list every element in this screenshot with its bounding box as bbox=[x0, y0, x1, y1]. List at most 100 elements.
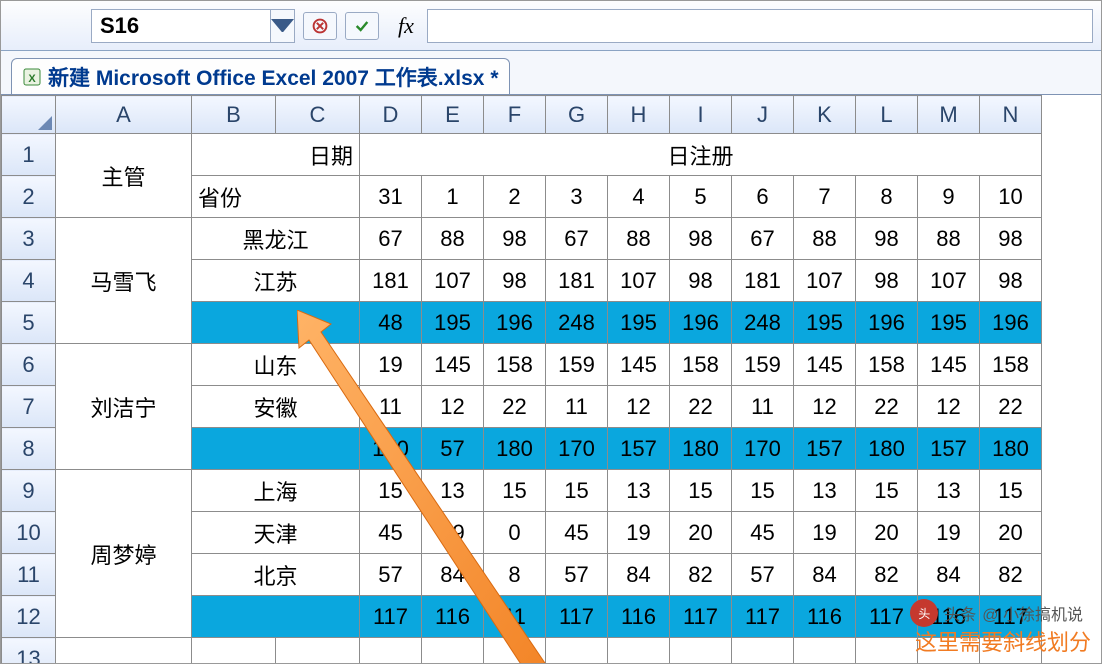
cell[interactable]: 19 bbox=[918, 512, 980, 554]
row-header[interactable]: 5 bbox=[2, 302, 56, 344]
cell-province[interactable]: 北京 bbox=[192, 554, 360, 596]
cell[interactable]: 181 bbox=[360, 260, 422, 302]
cell[interactable]: 15 bbox=[856, 470, 918, 512]
cell[interactable] bbox=[670, 638, 732, 664]
cell[interactable]: 98 bbox=[670, 218, 732, 260]
col-header[interactable]: C bbox=[276, 96, 360, 134]
cell[interactable]: 15 bbox=[980, 470, 1042, 512]
cell[interactable]: 67 bbox=[360, 218, 422, 260]
cell-manager[interactable]: 刘洁宁 bbox=[56, 344, 192, 470]
cell[interactable]: 116 bbox=[794, 596, 856, 638]
cell[interactable]: 117 bbox=[670, 596, 732, 638]
cell[interactable]: 15 bbox=[732, 470, 794, 512]
row-header[interactable]: 9 bbox=[2, 470, 56, 512]
row-header[interactable]: 7 bbox=[2, 386, 56, 428]
cell[interactable]: 196 bbox=[670, 302, 732, 344]
cell[interactable]: 157 bbox=[608, 428, 670, 470]
cell[interactable]: 45 bbox=[732, 512, 794, 554]
cell[interactable]: 159 bbox=[732, 344, 794, 386]
cell[interactable]: 145 bbox=[918, 344, 980, 386]
col-header[interactable]: L bbox=[856, 96, 918, 134]
cell[interactable]: 158 bbox=[856, 344, 918, 386]
cell[interactable]: 13 bbox=[918, 470, 980, 512]
cell[interactable]: 195 bbox=[918, 302, 980, 344]
col-header[interactable]: A bbox=[56, 96, 192, 134]
cell[interactable]: 98 bbox=[484, 218, 546, 260]
cell[interactable]: 22 bbox=[980, 386, 1042, 428]
cell[interactable]: 10 bbox=[980, 176, 1042, 218]
cell-province[interactable]: 安徽 bbox=[192, 386, 360, 428]
cell[interactable]: 117 bbox=[980, 596, 1042, 638]
fx-button[interactable]: fx bbox=[385, 13, 427, 39]
cell[interactable]: 13 bbox=[422, 470, 484, 512]
cell[interactable]: 181 bbox=[546, 260, 608, 302]
cell[interactable]: 67 bbox=[546, 218, 608, 260]
cell[interactable]: 15 bbox=[360, 470, 422, 512]
cell[interactable] bbox=[794, 638, 856, 664]
row-header[interactable]: 6 bbox=[2, 344, 56, 386]
cell[interactable]: 22 bbox=[670, 386, 732, 428]
cell[interactable]: 84 bbox=[918, 554, 980, 596]
cell[interactable]: 82 bbox=[980, 554, 1042, 596]
cell-daily-reg[interactable]: 日注册 bbox=[360, 134, 1042, 176]
cell[interactable]: 107 bbox=[608, 260, 670, 302]
col-header[interactable]: H bbox=[608, 96, 670, 134]
worksheet-grid[interactable]: A B C D E F G H I J K L M N 1 主管 日期 日注册 bbox=[1, 95, 1101, 664]
col-header[interactable]: N bbox=[980, 96, 1042, 134]
cell[interactable]: 196 bbox=[980, 302, 1042, 344]
cell[interactable]: 45 bbox=[360, 512, 422, 554]
cell[interactable]: 117 bbox=[732, 596, 794, 638]
cell-manager[interactable]: 周梦婷 bbox=[56, 470, 192, 638]
cell[interactable]: 88 bbox=[918, 218, 980, 260]
cell[interactable]: 12 bbox=[918, 386, 980, 428]
cell[interactable]: 82 bbox=[670, 554, 732, 596]
cell[interactable]: 98 bbox=[670, 260, 732, 302]
cell[interactable]: 82 bbox=[856, 554, 918, 596]
cell[interactable]: 107 bbox=[794, 260, 856, 302]
cell[interactable]: 98 bbox=[856, 260, 918, 302]
cell[interactable]: 15 bbox=[484, 470, 546, 512]
cell[interactable] bbox=[980, 638, 1042, 664]
cell[interactable]: 84 bbox=[794, 554, 856, 596]
cell[interactable]: 4 bbox=[608, 176, 670, 218]
cell[interactable]: 84 bbox=[608, 554, 670, 596]
cell[interactable]: 88 bbox=[608, 218, 670, 260]
row-header[interactable]: 3 bbox=[2, 218, 56, 260]
row-header[interactable]: 8 bbox=[2, 428, 56, 470]
cell[interactable]: 158 bbox=[670, 344, 732, 386]
cell[interactable]: 主管 bbox=[56, 134, 192, 218]
cell[interactable]: 2 bbox=[484, 176, 546, 218]
cell[interactable]: 20 bbox=[980, 512, 1042, 554]
cell[interactable]: 195 bbox=[794, 302, 856, 344]
cell[interactable]: 248 bbox=[546, 302, 608, 344]
cell[interactable] bbox=[546, 638, 608, 664]
cell[interactable]: 22 bbox=[484, 386, 546, 428]
cell[interactable]: 116 bbox=[608, 596, 670, 638]
cell-province[interactable]: 天津 bbox=[192, 512, 360, 554]
cell[interactable]: 19 bbox=[360, 344, 422, 386]
cell[interactable]: 195 bbox=[422, 302, 484, 344]
cell[interactable]: 116 bbox=[918, 596, 980, 638]
cell[interactable] bbox=[484, 638, 546, 664]
cell[interactable]: 248 bbox=[732, 302, 794, 344]
cell-province[interactable]: 上海 bbox=[192, 470, 360, 512]
cell[interactable]: 15 bbox=[670, 470, 732, 512]
cell[interactable] bbox=[422, 638, 484, 664]
cell[interactable]: 98 bbox=[980, 218, 1042, 260]
cell[interactable]: 12 bbox=[422, 386, 484, 428]
cell[interactable]: 20 bbox=[856, 512, 918, 554]
cell[interactable] bbox=[918, 638, 980, 664]
workbook-tab-active[interactable]: X 新建 Microsoft Office Excel 2007 工作表.xls… bbox=[11, 58, 510, 94]
cell[interactable]: 5 bbox=[670, 176, 732, 218]
cell[interactable]: 157 bbox=[918, 428, 980, 470]
cell[interactable] bbox=[856, 638, 918, 664]
cell[interactable]: 196 bbox=[856, 302, 918, 344]
cell[interactable]: 180 bbox=[484, 428, 546, 470]
cell[interactable]: 7 bbox=[794, 176, 856, 218]
cell[interactable]: 11 bbox=[732, 386, 794, 428]
cell[interactable]: 170 bbox=[360, 428, 422, 470]
cell[interactable]: 145 bbox=[608, 344, 670, 386]
cell[interactable]: 0 bbox=[484, 512, 546, 554]
cell[interactable]: 13 bbox=[608, 470, 670, 512]
row-header[interactable]: 10 bbox=[2, 512, 56, 554]
